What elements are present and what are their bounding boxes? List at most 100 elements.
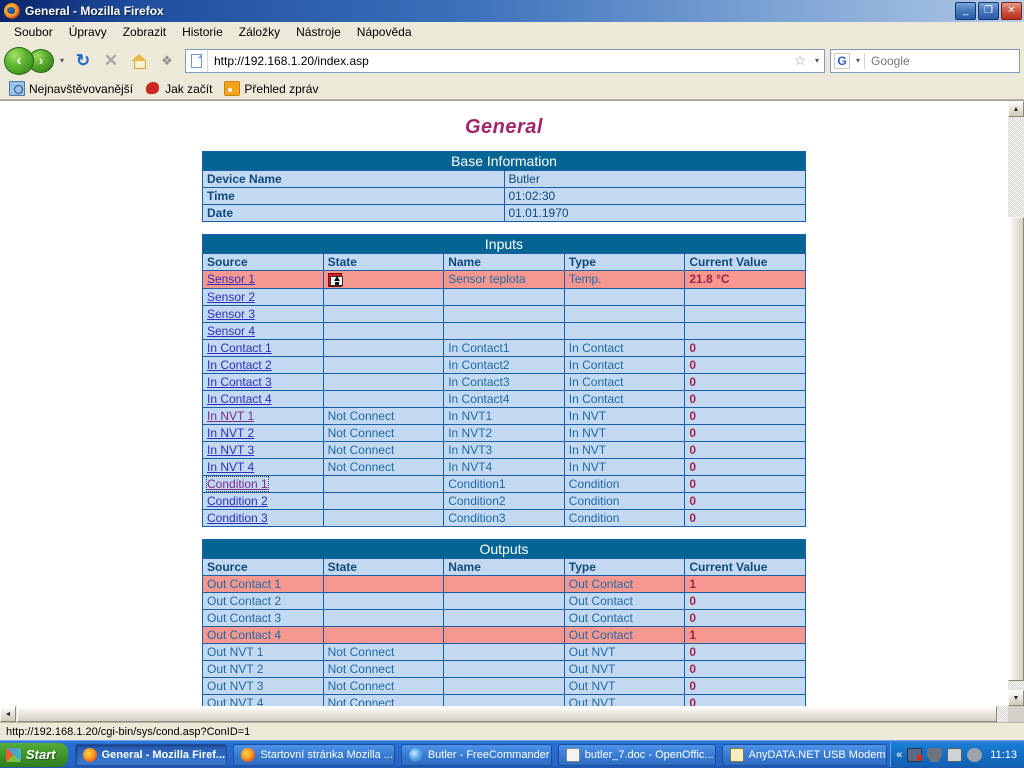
cell-source[interactable]: In Contact 3 xyxy=(202,372,324,391)
source-link[interactable]: Sensor 3 xyxy=(207,307,255,321)
source-link[interactable]: In NVT 1 xyxy=(207,409,254,423)
source-link[interactable]: In NVT 2 xyxy=(207,426,254,440)
taskbar-item-openoffice[interactable]: butler_7.doc - OpenOffic... xyxy=(557,743,716,766)
source-link[interactable]: In NVT 3 xyxy=(207,443,254,457)
cell-source[interactable]: In NVT 4 xyxy=(202,457,324,476)
clock[interactable]: 11:13 xyxy=(990,749,1017,761)
source-link[interactable]: Condition 1 xyxy=(206,476,269,492)
menu-item-nastroje[interactable]: Nástroje xyxy=(288,23,349,41)
source-link[interactable]: Condition 3 xyxy=(207,511,268,525)
system-tray: « 11:13 xyxy=(890,742,1024,767)
table-row: In Contact 4 In Contact4 In Contact 0 xyxy=(202,389,806,408)
source-link[interactable]: Sensor 1 xyxy=(207,272,255,286)
url-history-chevron-down-icon[interactable]: ▾ xyxy=(810,56,824,65)
stop-icon[interactable]: ✕ xyxy=(98,48,124,74)
cell-state xyxy=(322,372,445,391)
taskbar-item-firefox-general[interactable]: General - Mozilla Firef... xyxy=(74,743,228,766)
vertical-scrollbar[interactable]: ▲ ▼ xyxy=(1008,101,1024,706)
cell-source[interactable]: Condition 1 xyxy=(202,474,324,493)
cell-name xyxy=(443,608,565,627)
start-button[interactable]: Start xyxy=(0,742,68,767)
scroll-up-button[interactable]: ▲ xyxy=(1008,101,1024,117)
bookmark-most-visited[interactable]: Nejnavštěvovanější xyxy=(4,80,138,97)
source-link[interactable]: In Contact 2 xyxy=(207,358,272,372)
source-link[interactable]: In Contact 4 xyxy=(207,392,272,406)
cell-source[interactable]: In Contact 2 xyxy=(202,355,324,374)
cell-source[interactable]: Sensor 3 xyxy=(202,304,324,323)
cell-name: In NVT2 xyxy=(443,423,565,442)
menu-item-soubor[interactable]: Soubor xyxy=(6,23,61,41)
minimize-button[interactable]: _ xyxy=(955,2,976,20)
source-link[interactable]: In Contact 1 xyxy=(207,341,272,355)
page-viewport: General Base Information Device Name But… xyxy=(0,101,1008,706)
taskbar-item-label: General - Mozilla Firef... xyxy=(101,748,226,761)
table-row: Condition 3 Condition3 Condition 0 xyxy=(202,508,806,527)
table-row: Device Name Butler xyxy=(202,170,806,188)
menu-item-upravy[interactable]: Úpravy xyxy=(61,23,115,41)
cell-source[interactable]: In NVT 2 xyxy=(202,423,324,442)
search-engine-chevron-down-icon[interactable]: ▾ xyxy=(852,56,864,65)
cell-source[interactable]: Sensor 1 xyxy=(202,270,324,289)
table-row: In NVT 3 Not Connect In NVT3 In NVT 0 xyxy=(202,440,806,459)
url-input[interactable] xyxy=(208,52,790,69)
cell-state xyxy=(322,574,445,593)
feed-icon[interactable]: ❖ xyxy=(154,48,180,74)
bookmark-getting-started[interactable]: Jak začít xyxy=(140,80,217,97)
home-icon[interactable] xyxy=(126,48,152,74)
cell-type: Condition xyxy=(563,474,686,493)
source-link[interactable]: In NVT 4 xyxy=(207,460,254,474)
close-button[interactable]: ✕ xyxy=(1001,2,1022,20)
chevron-down-icon[interactable]: ▾ xyxy=(56,56,68,65)
cell-source[interactable]: Condition 2 xyxy=(202,491,324,510)
monitor-icon[interactable] xyxy=(947,747,963,762)
cell-source[interactable]: Sensor 4 xyxy=(202,321,324,340)
scroll-down-button[interactable]: ▼ xyxy=(1008,690,1024,706)
cell-type xyxy=(563,304,686,323)
cell-name: Condition2 xyxy=(443,491,565,510)
restore-button[interactable]: ❐ xyxy=(978,2,999,20)
cell-source: Out Contact 3 xyxy=(202,608,324,627)
cell-source[interactable]: In Contact 4 xyxy=(202,389,324,408)
cell-type: In Contact xyxy=(563,372,686,391)
menu-item-zalozky[interactable]: Záložky xyxy=(231,23,288,41)
cell-state: Not Connect xyxy=(322,642,445,661)
scroll-left-button[interactable]: ◄ xyxy=(0,706,16,722)
address-bar[interactable]: ☆ ▾ xyxy=(185,48,825,73)
cell-state xyxy=(322,304,445,323)
network-disconnected-icon[interactable] xyxy=(907,747,923,764)
shield-icon[interactable] xyxy=(927,747,943,762)
cell-source[interactable]: In NVT 3 xyxy=(202,440,324,459)
window-title: General - Mozilla Firefox xyxy=(25,4,164,18)
cell-source[interactable]: In NVT 1 xyxy=(202,406,324,425)
taskbar-item-modem[interactable]: AnyDATA.NET USB Modem xyxy=(721,743,888,766)
search-input[interactable] xyxy=(865,52,1024,69)
cell-type: In NVT xyxy=(563,423,686,442)
vertical-scrollbar-thumb[interactable] xyxy=(1008,217,1024,681)
source-link[interactable]: Sensor 4 xyxy=(207,324,255,338)
table-row: Out Contact 3 Out Contact 0 xyxy=(202,608,806,627)
cell-source: Out NVT 4 xyxy=(202,693,324,706)
source-link[interactable]: In Contact 3 xyxy=(207,375,272,389)
taskbar-item-freecommander[interactable]: Butler - FreeCommander xyxy=(400,743,552,766)
bookmark-latest-headlines[interactable]: Přehled zpráv xyxy=(219,80,323,97)
cell-source[interactable]: Sensor 2 xyxy=(202,287,324,306)
bookmark-star-icon[interactable]: ☆ xyxy=(790,52,810,69)
reload-icon[interactable]: ↻ xyxy=(70,48,96,74)
modem-icon xyxy=(729,747,744,762)
taskbar-item-firefox-start[interactable]: Startovní stránka Mozilla ... xyxy=(233,743,395,766)
google-icon[interactable]: G xyxy=(834,52,850,69)
search-bar[interactable]: G ▾ ⚲ xyxy=(830,48,1024,73)
tray-expand-icon[interactable]: « xyxy=(896,749,902,761)
speaker-icon[interactable] xyxy=(967,747,983,762)
cell-source[interactable]: In Contact 1 xyxy=(202,338,324,357)
horizontal-scrollbar[interactable]: ◄ xyxy=(0,706,1008,722)
menu-item-napoveda[interactable]: Nápověda xyxy=(349,23,420,41)
cell-source[interactable]: Condition 3 xyxy=(202,508,324,527)
source-link[interactable]: Sensor 2 xyxy=(207,290,255,304)
table-row: Out Contact 1 Out Contact 1 xyxy=(202,574,806,593)
menu-item-zobrazit[interactable]: Zobrazit xyxy=(115,23,174,41)
horizontal-scrollbar-thumb[interactable] xyxy=(17,706,997,722)
source-link[interactable]: Condition 2 xyxy=(207,494,268,508)
menu-item-historie[interactable]: Historie xyxy=(174,23,231,41)
back-button[interactable]: ‹ xyxy=(4,46,34,75)
